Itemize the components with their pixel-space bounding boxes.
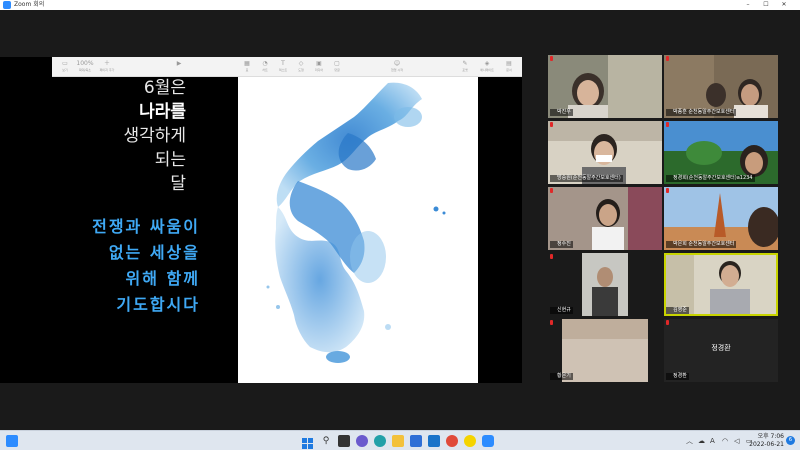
poem-line: 나라를	[139, 102, 186, 122]
view-icon: ▭	[62, 60, 68, 67]
poem-line: 되는	[154, 150, 186, 170]
document-icon: ▤	[506, 60, 512, 67]
start-icon[interactable]	[302, 435, 314, 449]
muted-mic-icon	[666, 122, 669, 127]
maximize-button[interactable]: ☐	[758, 0, 774, 10]
toolbar-media[interactable]: ▣ 미디어	[310, 60, 328, 75]
muted-mic-icon	[666, 56, 669, 61]
participant-name: 김영준	[666, 307, 689, 314]
text-icon: T	[281, 60, 285, 67]
chat-icon[interactable]	[356, 435, 368, 447]
muted-mic-icon	[550, 188, 553, 193]
toolbar-zoom[interactable]: 100% 확대/축소	[76, 60, 94, 75]
muted-mic-icon	[550, 122, 553, 127]
task-view-icon[interactable]	[338, 435, 350, 447]
participant-name: 황은기	[550, 373, 573, 380]
participant-name-placeholder: 정경환	[711, 344, 731, 352]
toolbar-add-slide[interactable]: ＋ 페이지 추가	[98, 60, 116, 75]
mail-icon[interactable]	[428, 435, 440, 447]
window-title: Zoom 회의	[14, 1, 45, 8]
video-tile[interactable]: 박진우	[548, 55, 662, 118]
store-icon[interactable]	[410, 435, 422, 447]
slide-text-panel: 6월은 나라를 생각하게 되는 달 전쟁과 싸움이 없는 세상을 위해 함께 기…	[0, 77, 238, 383]
participant-name: 정수진	[550, 241, 573, 248]
korea-watercolor-map	[238, 77, 478, 383]
toolbar-format[interactable]: ✎ 포맷	[456, 60, 474, 75]
toolbar-view[interactable]: ▭ 보기	[56, 60, 74, 75]
video-tile[interactable]: 황은기	[548, 319, 662, 382]
muted-mic-icon	[550, 56, 553, 61]
toolbar-text[interactable]: T 텍스트	[274, 60, 292, 75]
toolbar-table[interactable]: ▦ 표	[238, 60, 256, 75]
zoom-taskbar-icon[interactable]	[482, 435, 494, 447]
speaker-icon[interactable]: ◁	[734, 431, 739, 450]
participant-name: 박진우	[550, 109, 573, 116]
participant-name: 신현규	[550, 307, 573, 314]
toolbar-comment[interactable]: ▢ 댓글	[328, 60, 346, 75]
close-button[interactable]: ✕	[776, 0, 792, 10]
participant-name: 정경희(순천동알주간보호센터)a1234	[666, 175, 755, 182]
title-bar: Zoom 회의 – ☐ ✕	[0, 0, 800, 10]
prayer-line: 전쟁과 싸움이	[92, 217, 200, 236]
prayer-line: 없는 세상을	[108, 243, 200, 262]
poem-line: 달	[170, 174, 186, 194]
table-icon: ▦	[244, 60, 250, 67]
toolbar-document[interactable]: ▤ 문서	[500, 60, 518, 75]
windows-taskbar: ⚲ ︿ ☁ A ◠ ◁ ▭ 오후 7:06 2022-06-21 6	[0, 430, 800, 450]
participant-name: 정경환	[666, 373, 689, 380]
korea-map-image	[266, 82, 446, 363]
system-clock[interactable]: 오후 7:06 2022-06-21	[740, 433, 784, 449]
muted-mic-icon	[550, 254, 553, 259]
format-brush-icon: ✎	[462, 60, 468, 67]
comment-icon: ▢	[334, 60, 340, 67]
shape-icon: ◇	[298, 60, 304, 67]
zoom-meeting-window: Zoom 회의 – ☐ ✕ ▭ 보기 100% 확대/축소 ＋ 페이지 추가 ▶…	[0, 0, 800, 450]
poem-line: 생각하게	[123, 126, 186, 146]
muted-mic-icon	[666, 320, 669, 325]
cloud-icon[interactable]: ☁	[698, 431, 705, 450]
widgets-icon[interactable]	[6, 435, 18, 447]
tray-chevron-icon[interactable]: ︿	[686, 431, 693, 450]
animate-icon: ◈	[484, 60, 490, 67]
file-explorer-icon[interactable]	[392, 435, 404, 447]
notification-badge[interactable]: 6	[786, 436, 795, 445]
muted-mic-icon	[666, 188, 669, 193]
toolbar-chart[interactable]: ◔ 차트	[256, 60, 274, 75]
video-tile[interactable]: 방승원(순천동알주간보호센터)	[548, 121, 662, 184]
minimize-button[interactable]: –	[740, 0, 756, 10]
video-tile-active-speaker[interactable]: 김영준	[664, 253, 778, 316]
participant-name: 박종훈 순천동알주간보호센터	[666, 109, 737, 116]
prayer-line: 기도합시다	[116, 295, 200, 314]
toolbar-play[interactable]: ▶	[170, 60, 188, 75]
edge-browser-icon[interactable]	[374, 435, 386, 447]
video-tile[interactable]: 박은희 순천동알주간보호센터	[664, 187, 778, 250]
video-tile[interactable]: 박종훈 순천동알주간보호센터	[664, 55, 778, 118]
chrome-icon[interactable]	[446, 435, 458, 447]
toolbar-shape[interactable]: ◇ 도형	[292, 60, 310, 75]
shared-screen: ▭ 보기 100% 확대/축소 ＋ 페이지 추가 ▶ ▦ 표 ◔ 차트 T 텍스…	[0, 57, 522, 383]
video-tile-off[interactable]: 정경환 정경환	[664, 319, 778, 382]
kakaotalk-icon[interactable]	[464, 435, 476, 447]
toolbar-collaborate[interactable]: ☺ 협업 시작	[388, 60, 406, 75]
slide-margin	[478, 77, 522, 383]
zoom-app-icon	[3, 1, 11, 9]
chart-icon: ◔	[262, 60, 268, 67]
video-tile[interactable]: 정경희(순천동알주간보호센터)a1234	[664, 121, 778, 184]
play-icon: ▶	[176, 60, 182, 67]
add-slide-icon: ＋	[103, 60, 110, 67]
poem-line: 6월은	[143, 78, 186, 98]
media-icon: ▣	[316, 60, 322, 67]
ime-indicator-icon[interactable]: A	[710, 431, 715, 450]
search-icon[interactable]: ⚲	[320, 435, 332, 447]
video-tile[interactable]: 신현규	[548, 253, 662, 316]
toolbar-animate[interactable]: ◈ 애니메이트	[478, 60, 496, 75]
wifi-icon[interactable]: ◠	[722, 431, 728, 450]
prayer-line: 위해 함께	[125, 269, 200, 288]
collaborate-icon: ☺	[393, 60, 401, 67]
video-tile[interactable]: 정수진	[548, 187, 662, 250]
presentation-toolbar: ▭ 보기 100% 확대/축소 ＋ 페이지 추가 ▶ ▦ 표 ◔ 차트 T 텍스…	[52, 57, 522, 77]
muted-mic-icon	[550, 320, 553, 325]
participant-name: 방승원(순천동알주간보호센터)	[550, 175, 623, 182]
participant-name: 박은희 순천동알주간보호센터	[666, 241, 737, 248]
